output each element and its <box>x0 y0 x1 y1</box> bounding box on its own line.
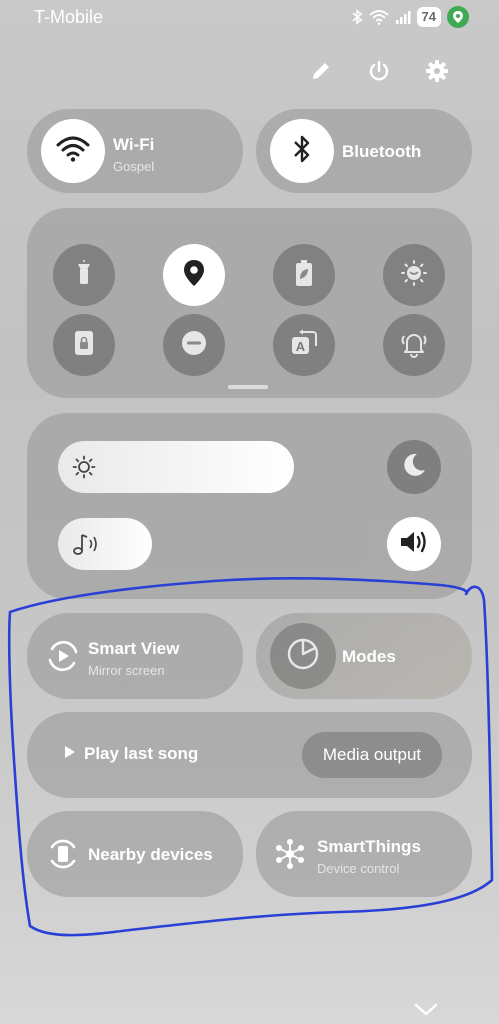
power-saving-icon <box>294 259 314 292</box>
modes-title: Modes <box>342 647 396 666</box>
status-bar: T-Mobile 74 <box>0 0 499 34</box>
play-last-song-label: Play last song <box>84 744 199 763</box>
wifi-title: Wi-Fi <box>113 135 155 154</box>
play-icon <box>64 745 76 764</box>
smartthings-title: SmartThings <box>317 837 421 856</box>
svg-text:A: A <box>296 339 306 354</box>
smart-view-tile[interactable]: Smart View Mirror screen <box>27 613 243 699</box>
collapse-chevron-icon[interactable] <box>414 1003 438 1022</box>
auto-rotate-icon: A <box>289 328 319 363</box>
smart-view-text: Smart View Mirror screen <box>88 639 179 678</box>
modes-tile[interactable]: Modes <box>256 613 472 699</box>
bluetooth-title: Bluetooth <box>342 142 422 161</box>
wifi-icon <box>56 135 90 168</box>
bluetooth-text: Bluetooth <box>342 142 421 162</box>
bluetooth-icon <box>292 134 312 169</box>
dark-mode-toggle[interactable] <box>387 440 441 494</box>
edit-icon[interactable] <box>306 56 336 86</box>
volume-slider[interactable] <box>58 518 372 570</box>
smart-view-title: Smart View <box>88 639 180 658</box>
play-last-song-button[interactable]: Play last song <box>64 744 198 764</box>
nearby-devices-tile[interactable]: Nearby devices <box>27 811 243 897</box>
quick-toggles-panel: A <box>27 208 472 398</box>
brightness-slider[interactable] <box>58 441 372 493</box>
settings-icon[interactable] <box>422 56 452 86</box>
media-output-button[interactable]: Media output <box>302 732 442 778</box>
sound-mode-icon <box>399 328 429 363</box>
modes-text: Modes <box>342 647 396 667</box>
wifi-icon <box>368 9 389 25</box>
signal-icon <box>395 9 411 25</box>
moon-icon <box>401 452 427 483</box>
music-note-icon <box>72 532 97 556</box>
modes-toggle[interactable] <box>270 623 336 689</box>
smart-view-icon <box>43 636 83 676</box>
nearby-devices-text: Nearby devices <box>88 845 213 865</box>
sound-output-button[interactable] <box>387 517 441 571</box>
power-saving-toggle[interactable] <box>273 244 335 306</box>
smart-view-subtitle: Mirror screen <box>88 663 165 678</box>
auto-rotate-toggle[interactable]: A <box>273 314 335 376</box>
nearby-devices-icon <box>43 834 83 874</box>
do-not-disturb-icon <box>180 329 208 362</box>
sound-mode-toggle[interactable] <box>383 314 445 376</box>
location-badge-icon <box>447 6 469 28</box>
location-icon <box>183 259 205 292</box>
media-tile: Play last song Media output <box>27 712 472 798</box>
power-icon[interactable] <box>364 56 394 86</box>
carrier-name: T-Mobile <box>34 7 104 27</box>
sun-icon <box>72 455 96 479</box>
nearby-devices-title: Nearby devices <box>88 845 213 864</box>
smartthings-tile[interactable]: SmartThings Device control <box>256 811 472 897</box>
wifi-tile[interactable]: Wi-Fi Gospel <box>27 109 243 193</box>
smartthings-subtitle: Device control <box>317 861 400 876</box>
flashlight-icon <box>73 259 95 291</box>
wifi-toggle[interactable] <box>41 119 105 183</box>
speaker-icon <box>399 529 429 560</box>
bluetooth-tile[interactable]: Bluetooth <box>256 109 472 193</box>
bluetooth-icon <box>351 9 363 25</box>
smartthings-text: SmartThings Device control <box>317 837 421 876</box>
eye-comfort-toggle[interactable] <box>383 244 445 306</box>
bluetooth-toggle[interactable] <box>270 119 334 183</box>
battery-icon: 74 <box>416 7 441 27</box>
panel-drag-handle[interactable] <box>228 385 268 389</box>
status-icons: 74 <box>351 6 469 28</box>
do-not-disturb-toggle[interactable] <box>163 314 225 376</box>
modes-icon <box>286 637 320 676</box>
flashlight-toggle[interactable] <box>53 244 115 306</box>
eye-comfort-icon <box>400 259 428 292</box>
smartthings-icon <box>270 834 310 874</box>
secure-folder-toggle[interactable] <box>53 314 115 376</box>
location-toggle[interactable] <box>163 244 225 306</box>
sliders-panel <box>27 413 472 599</box>
wifi-network-name: Gospel <box>113 159 155 174</box>
wifi-text: Wi-Fi Gospel <box>113 135 154 174</box>
secure-folder-icon <box>73 330 95 361</box>
